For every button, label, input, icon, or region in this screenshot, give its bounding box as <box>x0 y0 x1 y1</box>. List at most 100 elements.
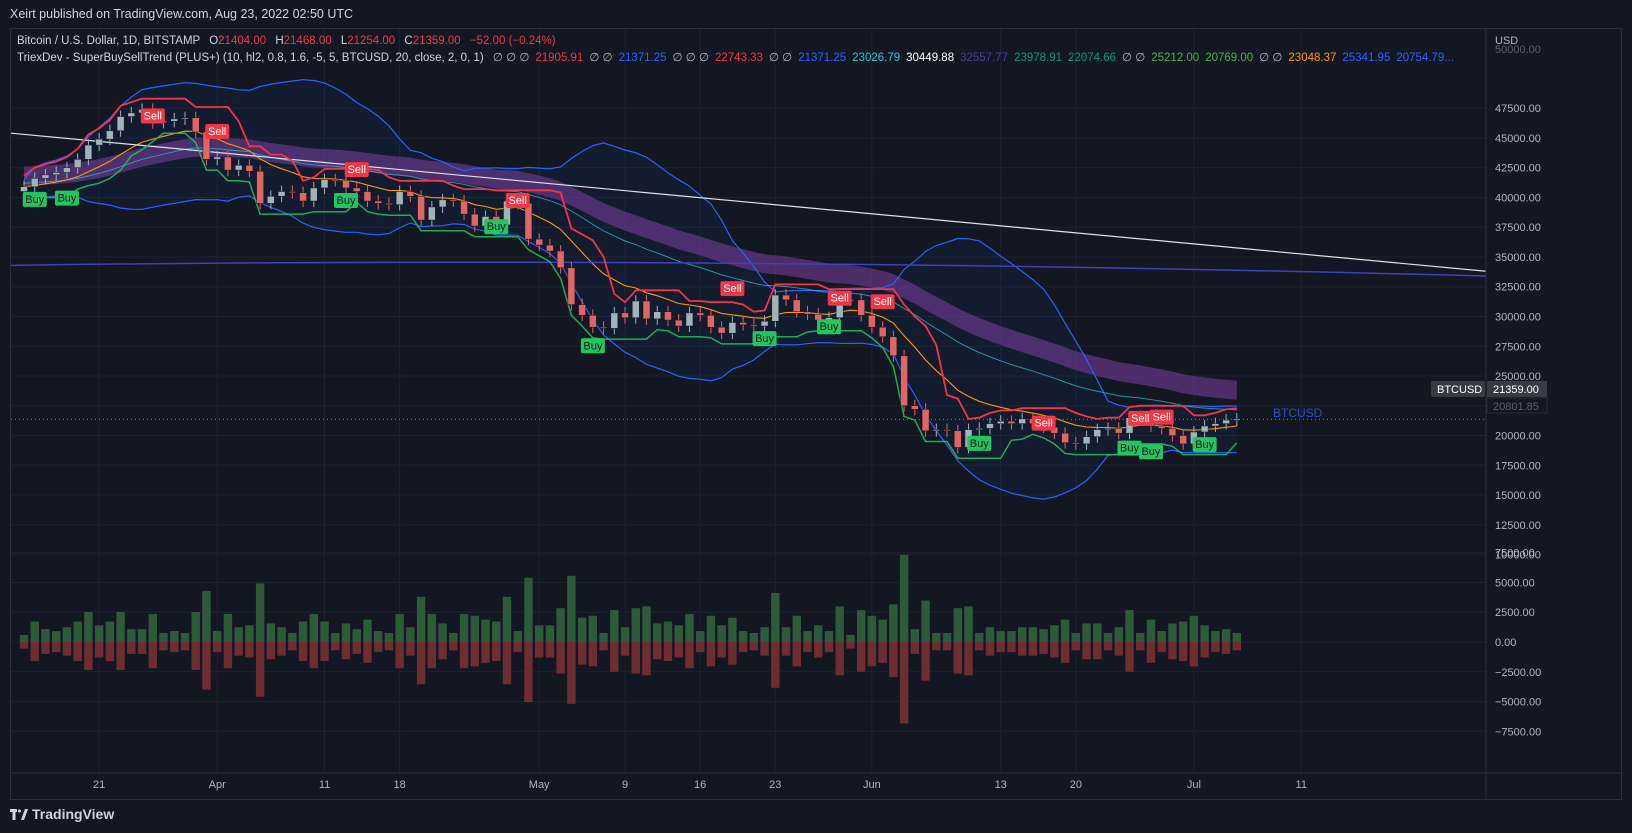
candle-body <box>52 172 60 176</box>
time-tick-label: May <box>529 779 550 791</box>
price-tick-label: −2500.00 <box>1495 667 1541 679</box>
volume-up-bar <box>1200 625 1209 642</box>
volume-down-bar <box>964 642 973 676</box>
signal-label: Sell <box>144 111 162 123</box>
sell-signal: Sell <box>1031 415 1056 431</box>
volume-down-bar <box>148 642 157 669</box>
candle-body <box>234 165 243 171</box>
legend-symbol-line: Bitcoin / U.S. Dollar, 1D, BITSTAMP O214… <box>17 35 556 47</box>
sell-signal: Sell <box>205 123 230 139</box>
time-axis[interactable]: 21 Apr 11 18 May 9 16 23 Jun 13 20 Jul 11 <box>11 772 1623 791</box>
volume-down-bar <box>427 642 437 669</box>
volume-down-bar <box>309 642 318 669</box>
candle-body <box>395 191 404 205</box>
signal-label: Sell <box>509 195 527 207</box>
volume-up-bar <box>427 613 437 642</box>
price-tick-label: 5000.00 <box>1495 577 1535 589</box>
volume-down-bar <box>384 642 394 651</box>
buy-signal: Buy <box>54 190 79 206</box>
volume-up-bar <box>51 631 61 642</box>
volume-down-bar <box>642 642 651 676</box>
volume-up-bar <box>706 615 716 642</box>
volume-down-bar <box>470 642 479 667</box>
legend-close-label: C <box>404 35 412 47</box>
signal-label: Buy <box>487 221 506 233</box>
volume-up-bar <box>932 632 941 642</box>
price-tick-label: 17500.00 <box>1495 460 1541 472</box>
last-price-label: 21359.00 <box>1493 384 1539 396</box>
candle-body <box>213 156 221 160</box>
volume-down-bar <box>1114 642 1123 656</box>
volume-down-bar <box>706 642 716 667</box>
sell-signal: Sell <box>827 290 852 306</box>
volume-down-bar <box>180 642 190 651</box>
volume-up-bar <box>234 627 243 642</box>
signal-label: Buy <box>1195 439 1214 451</box>
price-axis[interactable]: USD 50000.00 47500.0045000.0042500.00400… <box>1431 29 1548 801</box>
volume-down-bar <box>94 642 104 658</box>
volume-up-bar <box>202 591 211 642</box>
candle-body <box>771 294 780 322</box>
legend-indicator-value: ∅ ∅ <box>1122 52 1145 64</box>
volume-up-bar <box>824 631 834 642</box>
volume-down-bar <box>749 642 759 651</box>
chart-frame[interactable]: Sell Sell Sell Sell Sell Sell Sell Sell Sell Sell… <box>10 28 1623 801</box>
symbol-tag: BTCUSD <box>1437 384 1482 396</box>
volume-up-bar <box>867 615 877 642</box>
price-tick-label: 30000.00 <box>1495 312 1541 324</box>
volume-up-bar <box>610 610 619 642</box>
volume-up-bar <box>695 631 705 642</box>
candle-body <box>191 117 200 133</box>
volume-down-bar <box>223 642 233 669</box>
price-tick-label: −5000.00 <box>1495 697 1541 709</box>
volume-up-bar <box>1136 632 1145 642</box>
candle-body <box>417 196 425 221</box>
volume-up-bar <box>792 615 801 642</box>
candle-body <box>1222 419 1230 424</box>
sell-signal: Sell <box>1128 410 1153 426</box>
tradingview-logo[interactable]: TradingView <box>10 806 114 822</box>
candle-body <box>438 199 447 208</box>
candle-body <box>653 311 661 320</box>
candle-body <box>546 244 554 252</box>
candle-body <box>460 200 468 215</box>
chart-legend: Bitcoin / U.S. Dollar, 1D, BITSTAMP O214… <box>17 35 1454 64</box>
volume-up-bar <box>642 606 651 642</box>
buy-signal: Buy <box>333 193 358 209</box>
volume-down-bar <box>824 642 834 653</box>
volume-up-bar <box>62 627 72 642</box>
candle-body <box>782 294 790 301</box>
volume-up-bar <box>1178 621 1188 642</box>
volume-up-bar <box>814 625 823 642</box>
chart-canvas[interactable]: Sell Sell Sell Sell Sell Sell Sell Sell Sell Sell… <box>10 29 1623 801</box>
volume-down-bar <box>1039 642 1048 654</box>
signal-label: Sell <box>348 164 366 176</box>
volume-up-bar <box>309 613 318 642</box>
time-tick-label: 11 <box>1296 779 1307 791</box>
legend-symbol: Bitcoin / U.S. Dollar, 1D, BITSTAMP <box>17 35 201 47</box>
volume-down-bar <box>588 642 598 667</box>
candle-body <box>342 180 350 189</box>
volume-up-bar <box>1211 631 1220 642</box>
signal-label: Buy <box>755 333 774 345</box>
candle-body <box>943 429 951 432</box>
candle-body <box>331 179 340 182</box>
candle-body <box>428 206 436 221</box>
candle-body <box>406 191 415 197</box>
volume-up-bar <box>245 625 254 642</box>
legend-open-value: 21404.00 <box>218 35 266 47</box>
time-tick-label: 20 <box>1070 779 1082 791</box>
signal-label: Buy <box>57 193 76 205</box>
volume-up-bar <box>846 634 855 642</box>
legend-indicator-value: 23026.79 <box>852 52 900 64</box>
volume-down-bar <box>663 642 673 662</box>
candle-body <box>471 213 479 227</box>
volume-up-bar <box>341 623 351 642</box>
signal-label: Buy <box>1141 446 1160 458</box>
volume-up-bar <box>975 632 984 642</box>
legend-indicator-name: TriexDev - SuperBuySellTrend (PLUS+) (10… <box>17 52 484 64</box>
candle-body <box>1072 442 1080 445</box>
volume-up-bar <box>159 632 168 642</box>
volume-up-bar <box>105 621 115 642</box>
volume-up-bar <box>653 623 662 642</box>
